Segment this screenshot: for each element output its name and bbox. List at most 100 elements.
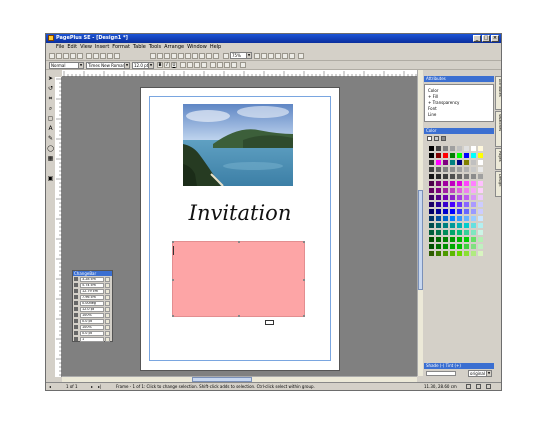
color-swatch[interactable] <box>442 166 449 173</box>
zoom-tool-icon[interactable]: ⌕ <box>47 105 54 112</box>
color-swatch[interactable] <box>463 173 470 180</box>
open-icon[interactable] <box>56 53 62 59</box>
color-swatch[interactable] <box>428 173 435 180</box>
color-swatch[interactable] <box>428 222 435 229</box>
color-swatch[interactable] <box>477 145 484 152</box>
color-swatch[interactable] <box>456 145 463 152</box>
color-swatch[interactable] <box>470 173 477 180</box>
leading-field[interactable]: 100% <box>80 325 104 330</box>
attr-item-fill[interactable]: + Fill <box>428 94 438 99</box>
height-field[interactable]: 7.96 cm <box>80 295 104 300</box>
tab-swatches[interactable]: Swatches <box>495 111 501 147</box>
chevron-down-icon[interactable]: ▼ <box>246 53 251 58</box>
color-swatch[interactable] <box>463 243 470 250</box>
tab-attributes[interactable]: Attributes <box>495 76 501 110</box>
color-swatch[interactable] <box>470 250 477 257</box>
color-swatch[interactable] <box>463 152 470 159</box>
next-page-icon[interactable]: ▸ <box>91 383 93 390</box>
color-swatch[interactable] <box>449 180 456 187</box>
invitation-heading[interactable]: Invitation <box>141 200 339 226</box>
y-position-field[interactable]: 5.74 cm <box>80 283 104 288</box>
color-swatch[interactable] <box>463 166 470 173</box>
color-swatch[interactable] <box>456 173 463 180</box>
italic-button[interactable]: I <box>164 62 170 68</box>
shade-tint-slider[interactable] <box>426 371 456 376</box>
width-field[interactable]: 12.79 cm <box>80 289 104 294</box>
color-swatch[interactable] <box>428 208 435 215</box>
color-swatch[interactable] <box>435 201 442 208</box>
spinner[interactable] <box>105 313 110 318</box>
frame-link-icon[interactable] <box>265 320 274 325</box>
color-swatch[interactable] <box>470 180 477 187</box>
color-swatch[interactable] <box>456 159 463 166</box>
color-swatch[interactable] <box>477 187 484 194</box>
align-center-icon[interactable] <box>187 62 193 68</box>
color-swatch[interactable] <box>435 243 442 250</box>
color-swatch[interactable] <box>463 208 470 215</box>
color-swatch[interactable] <box>449 229 456 236</box>
table-tool-icon[interactable]: ▦ <box>47 155 54 162</box>
color-swatch[interactable] <box>428 229 435 236</box>
wrap-icon[interactable] <box>185 53 191 59</box>
selection-handle[interactable] <box>303 279 305 281</box>
color-swatch[interactable] <box>477 166 484 173</box>
color-swatch[interactable] <box>477 222 484 229</box>
color-swatch[interactable] <box>470 243 477 250</box>
menu-view[interactable]: View <box>80 43 92 51</box>
color-swatch[interactable] <box>428 145 435 152</box>
color-swatch[interactable] <box>456 222 463 229</box>
text-color-icon[interactable] <box>240 62 246 68</box>
redo-icon[interactable] <box>114 53 120 59</box>
menu-edit[interactable]: Edit <box>67 43 77 51</box>
color-swatch[interactable] <box>442 222 449 229</box>
cut-icon[interactable] <box>86 53 92 59</box>
selection-handle[interactable] <box>238 241 240 243</box>
pointer-tool-icon[interactable]: ➤ <box>47 75 54 82</box>
color-swatch[interactable] <box>449 236 456 243</box>
preview-icon[interactable] <box>77 53 83 59</box>
color-swatch[interactable] <box>428 215 435 222</box>
color-swatch[interactable] <box>435 229 442 236</box>
picture-tool-icon[interactable]: ▣ <box>47 175 54 182</box>
color-swatch[interactable] <box>435 187 442 194</box>
color-swatch[interactable] <box>442 152 449 159</box>
color-swatch[interactable] <box>435 180 442 187</box>
color-swatch[interactable] <box>456 215 463 222</box>
color-swatch[interactable] <box>463 180 470 187</box>
justify-icon[interactable] <box>201 62 207 68</box>
color-swatch[interactable] <box>456 208 463 215</box>
text-tool-icon[interactable]: A <box>47 125 54 132</box>
selection-handle[interactable] <box>303 241 305 243</box>
color-swatch[interactable] <box>477 229 484 236</box>
color-swatch[interactable] <box>442 243 449 250</box>
outdent-icon[interactable] <box>231 62 237 68</box>
spinner[interactable] <box>105 277 110 282</box>
copy-icon[interactable] <box>93 53 99 59</box>
spinner[interactable] <box>105 295 110 300</box>
x-position-field[interactable]: 3.28 cm <box>80 277 104 282</box>
spinner[interactable] <box>105 283 110 288</box>
color-swatch[interactable] <box>442 250 449 257</box>
zoom-in-icon[interactable] <box>254 53 260 59</box>
font-combo[interactable]: Times New Roman ▼ <box>86 62 130 69</box>
columns-field[interactable]: 1 <box>80 337 104 342</box>
color-swatch[interactable] <box>470 187 477 194</box>
color-swatch[interactable] <box>463 145 470 152</box>
help-icon[interactable] <box>298 53 304 59</box>
color-swatch[interactable] <box>442 201 449 208</box>
color-swatch[interactable] <box>449 215 456 222</box>
tab-pages[interactable]: Pages <box>495 148 501 170</box>
two-pages-icon[interactable] <box>289 53 295 59</box>
color-swatch[interactable] <box>463 187 470 194</box>
attr-item-color[interactable]: Color <box>428 88 438 93</box>
page-width-icon[interactable] <box>275 53 281 59</box>
color-swatch[interactable] <box>442 208 449 215</box>
font-size-field[interactable]: 12.0 pt <box>80 307 104 312</box>
color-swatch[interactable] <box>463 201 470 208</box>
chevron-down-icon[interactable]: ▼ <box>124 63 129 68</box>
link-icon[interactable] <box>150 53 156 59</box>
color-header[interactable]: Color <box>424 128 494 134</box>
indent-icon[interactable] <box>224 62 230 68</box>
color-swatch[interactable] <box>428 152 435 159</box>
color-swatch[interactable] <box>463 250 470 257</box>
